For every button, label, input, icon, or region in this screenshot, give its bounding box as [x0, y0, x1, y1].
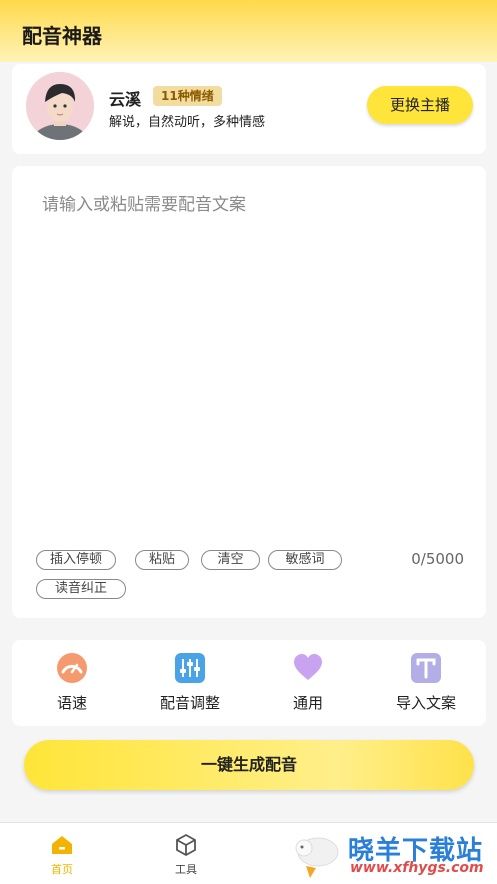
host-name: 云溪	[109, 90, 142, 109]
sensitive-words-chip[interactable]: 敏感词	[268, 550, 342, 570]
clear-chip[interactable]: 清空	[201, 550, 260, 570]
tool-voice-adjust[interactable]: 配音调整	[140, 652, 240, 713]
tool-import-text[interactable]: 导入文案	[376, 652, 476, 713]
character-counter: 0/5000	[411, 550, 464, 568]
tool-label: 通用	[292, 694, 323, 712]
home-icon	[50, 833, 74, 857]
paste-chip[interactable]: 粘贴	[135, 550, 189, 570]
text-editor-card: 插入停顿 粘贴 清空 敏感词 读音纠正 0/5000	[12, 166, 486, 618]
tab-tools[interactable]: 工具	[156, 833, 216, 877]
page-title: 配音神器	[22, 24, 102, 48]
tool-label: 配音调整	[159, 694, 220, 712]
tool-label: 导入文案	[395, 694, 456, 712]
tool-general[interactable]: 通用	[258, 652, 358, 713]
insert-pause-chip[interactable]: 插入停顿	[36, 550, 116, 570]
host-avatar	[26, 72, 94, 140]
app-header: 配音神器	[0, 0, 497, 62]
tool-label: 语速	[56, 694, 87, 712]
host-card: 云溪 11种情绪 解说，自然动听，多种情感 更换主播	[12, 64, 486, 154]
change-host-button[interactable]: 更换主播	[367, 86, 473, 124]
tab-label: 首页	[51, 863, 73, 876]
sliders-icon	[174, 652, 206, 684]
speedometer-icon	[56, 652, 88, 684]
tab-label: 工具	[175, 863, 197, 876]
tools-icon	[174, 833, 198, 857]
tools-card: 语速 配音调整 通用 导入文案	[12, 640, 486, 726]
tab-home[interactable]: 首页	[32, 833, 92, 877]
pronunciation-correction-chip[interactable]: 读音纠正	[36, 579, 126, 599]
text-import-icon	[410, 652, 442, 684]
sheep-logo-icon	[295, 837, 339, 878]
emotion-badge: 11种情绪	[153, 86, 222, 106]
heart-icon	[292, 652, 324, 684]
generate-voice-button[interactable]: 一键生成配音	[24, 740, 474, 790]
site-watermark: 晓羊下载站 www.xfhygs.com	[288, 826, 497, 883]
host-description: 解说，自然动听，多种情感	[109, 115, 266, 130]
watermark-url: www.xfhygs.com	[350, 860, 484, 876]
tool-speed[interactable]: 语速	[22, 652, 122, 713]
script-input[interactable]	[40, 188, 464, 532]
